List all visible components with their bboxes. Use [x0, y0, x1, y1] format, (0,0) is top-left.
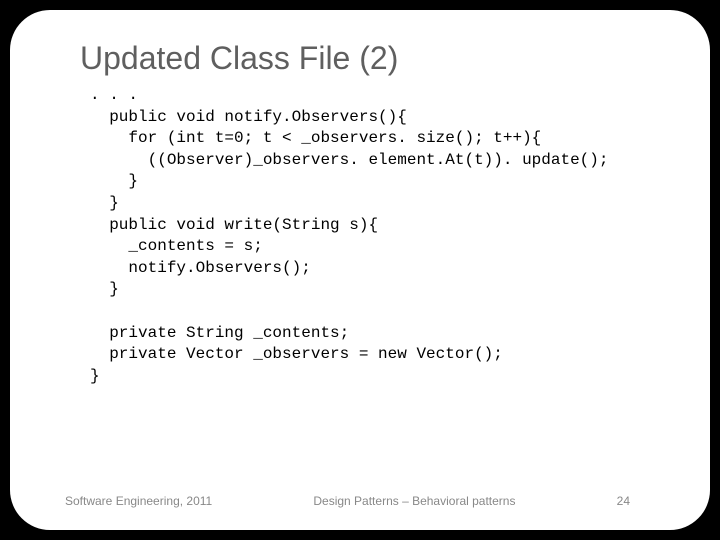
footer-page-number: 24 [617, 494, 660, 508]
slide-container: Updated Class File (2) . . . public void… [10, 10, 710, 530]
footer: Software Engineering, 2011 Design Patter… [10, 494, 710, 508]
footer-left: Software Engineering, 2011 [60, 494, 212, 508]
slide-title: Updated Class File (2) [80, 40, 660, 77]
code-block: . . . public void notify.Observers(){ fo… [90, 85, 660, 387]
footer-center: Design Patterns – Behavioral patterns [212, 494, 616, 508]
